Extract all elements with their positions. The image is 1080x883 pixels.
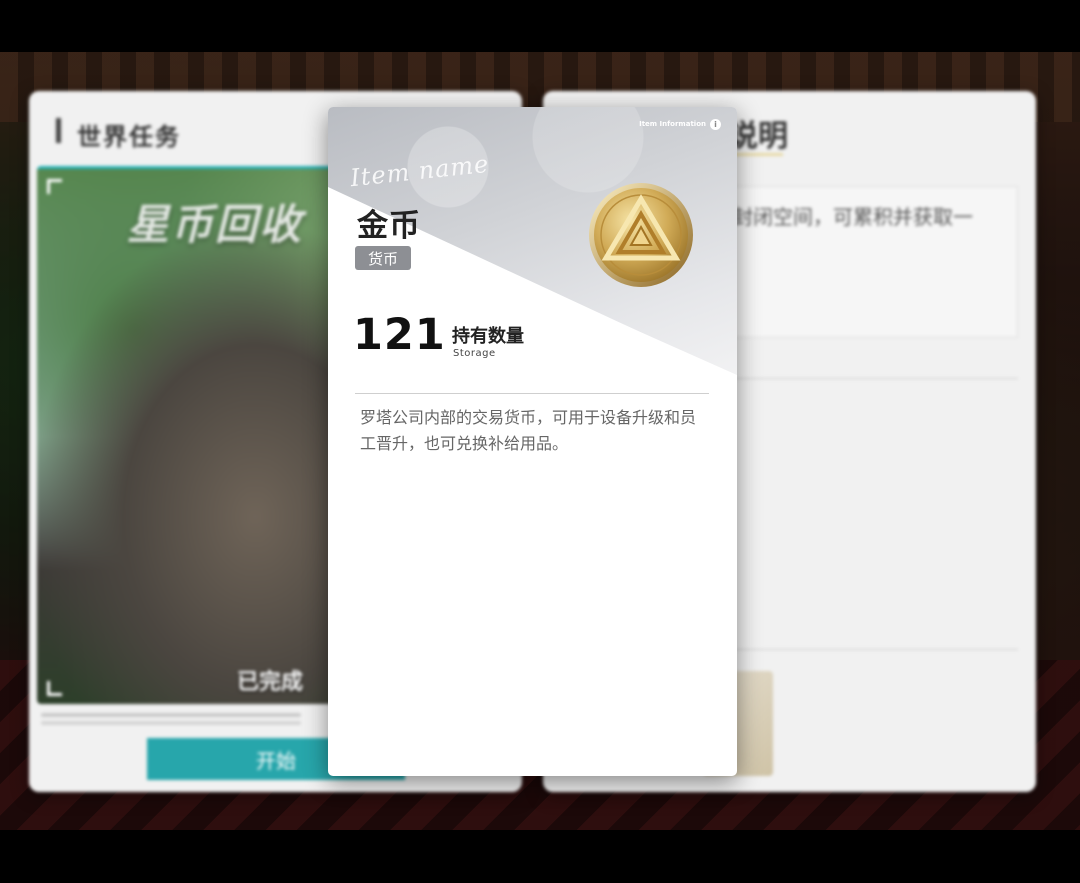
item-information-tag: Item Information i xyxy=(639,119,721,130)
corner-mark-icon xyxy=(47,179,62,194)
task-banner-title: 星币回收 xyxy=(127,200,304,249)
divider xyxy=(728,378,1018,379)
divider xyxy=(728,649,1018,650)
item-info-popup: Item Information i Item name 金币 货币 121 持… xyxy=(328,107,737,776)
gold-coin-icon xyxy=(589,183,693,287)
item-quantity: 121 xyxy=(353,310,446,360)
task-status: 已完成 xyxy=(237,670,304,695)
world-task-title: 世界任务 xyxy=(77,123,181,151)
quantity-sublabel: Storage xyxy=(453,348,496,359)
popup-divider xyxy=(355,393,709,394)
detail-title: 说明 xyxy=(728,119,788,154)
detail-description-text: 封闭空间，可累积并获取一 xyxy=(733,205,973,229)
item-name: 金币 xyxy=(357,208,421,244)
title-accent-bar xyxy=(56,118,61,143)
item-category-badge: 货币 xyxy=(355,246,411,270)
task-fine-print xyxy=(41,713,301,717)
corner-mark-icon xyxy=(47,681,62,696)
item-information-label: Item Information xyxy=(639,120,706,128)
quantity-label: 持有数量 xyxy=(452,326,524,347)
info-icon: i xyxy=(710,119,721,130)
item-description: 罗塔公司内部的交易货币，可用于设备升级和员工晋升，也可兑换补给用品。 xyxy=(360,408,697,453)
